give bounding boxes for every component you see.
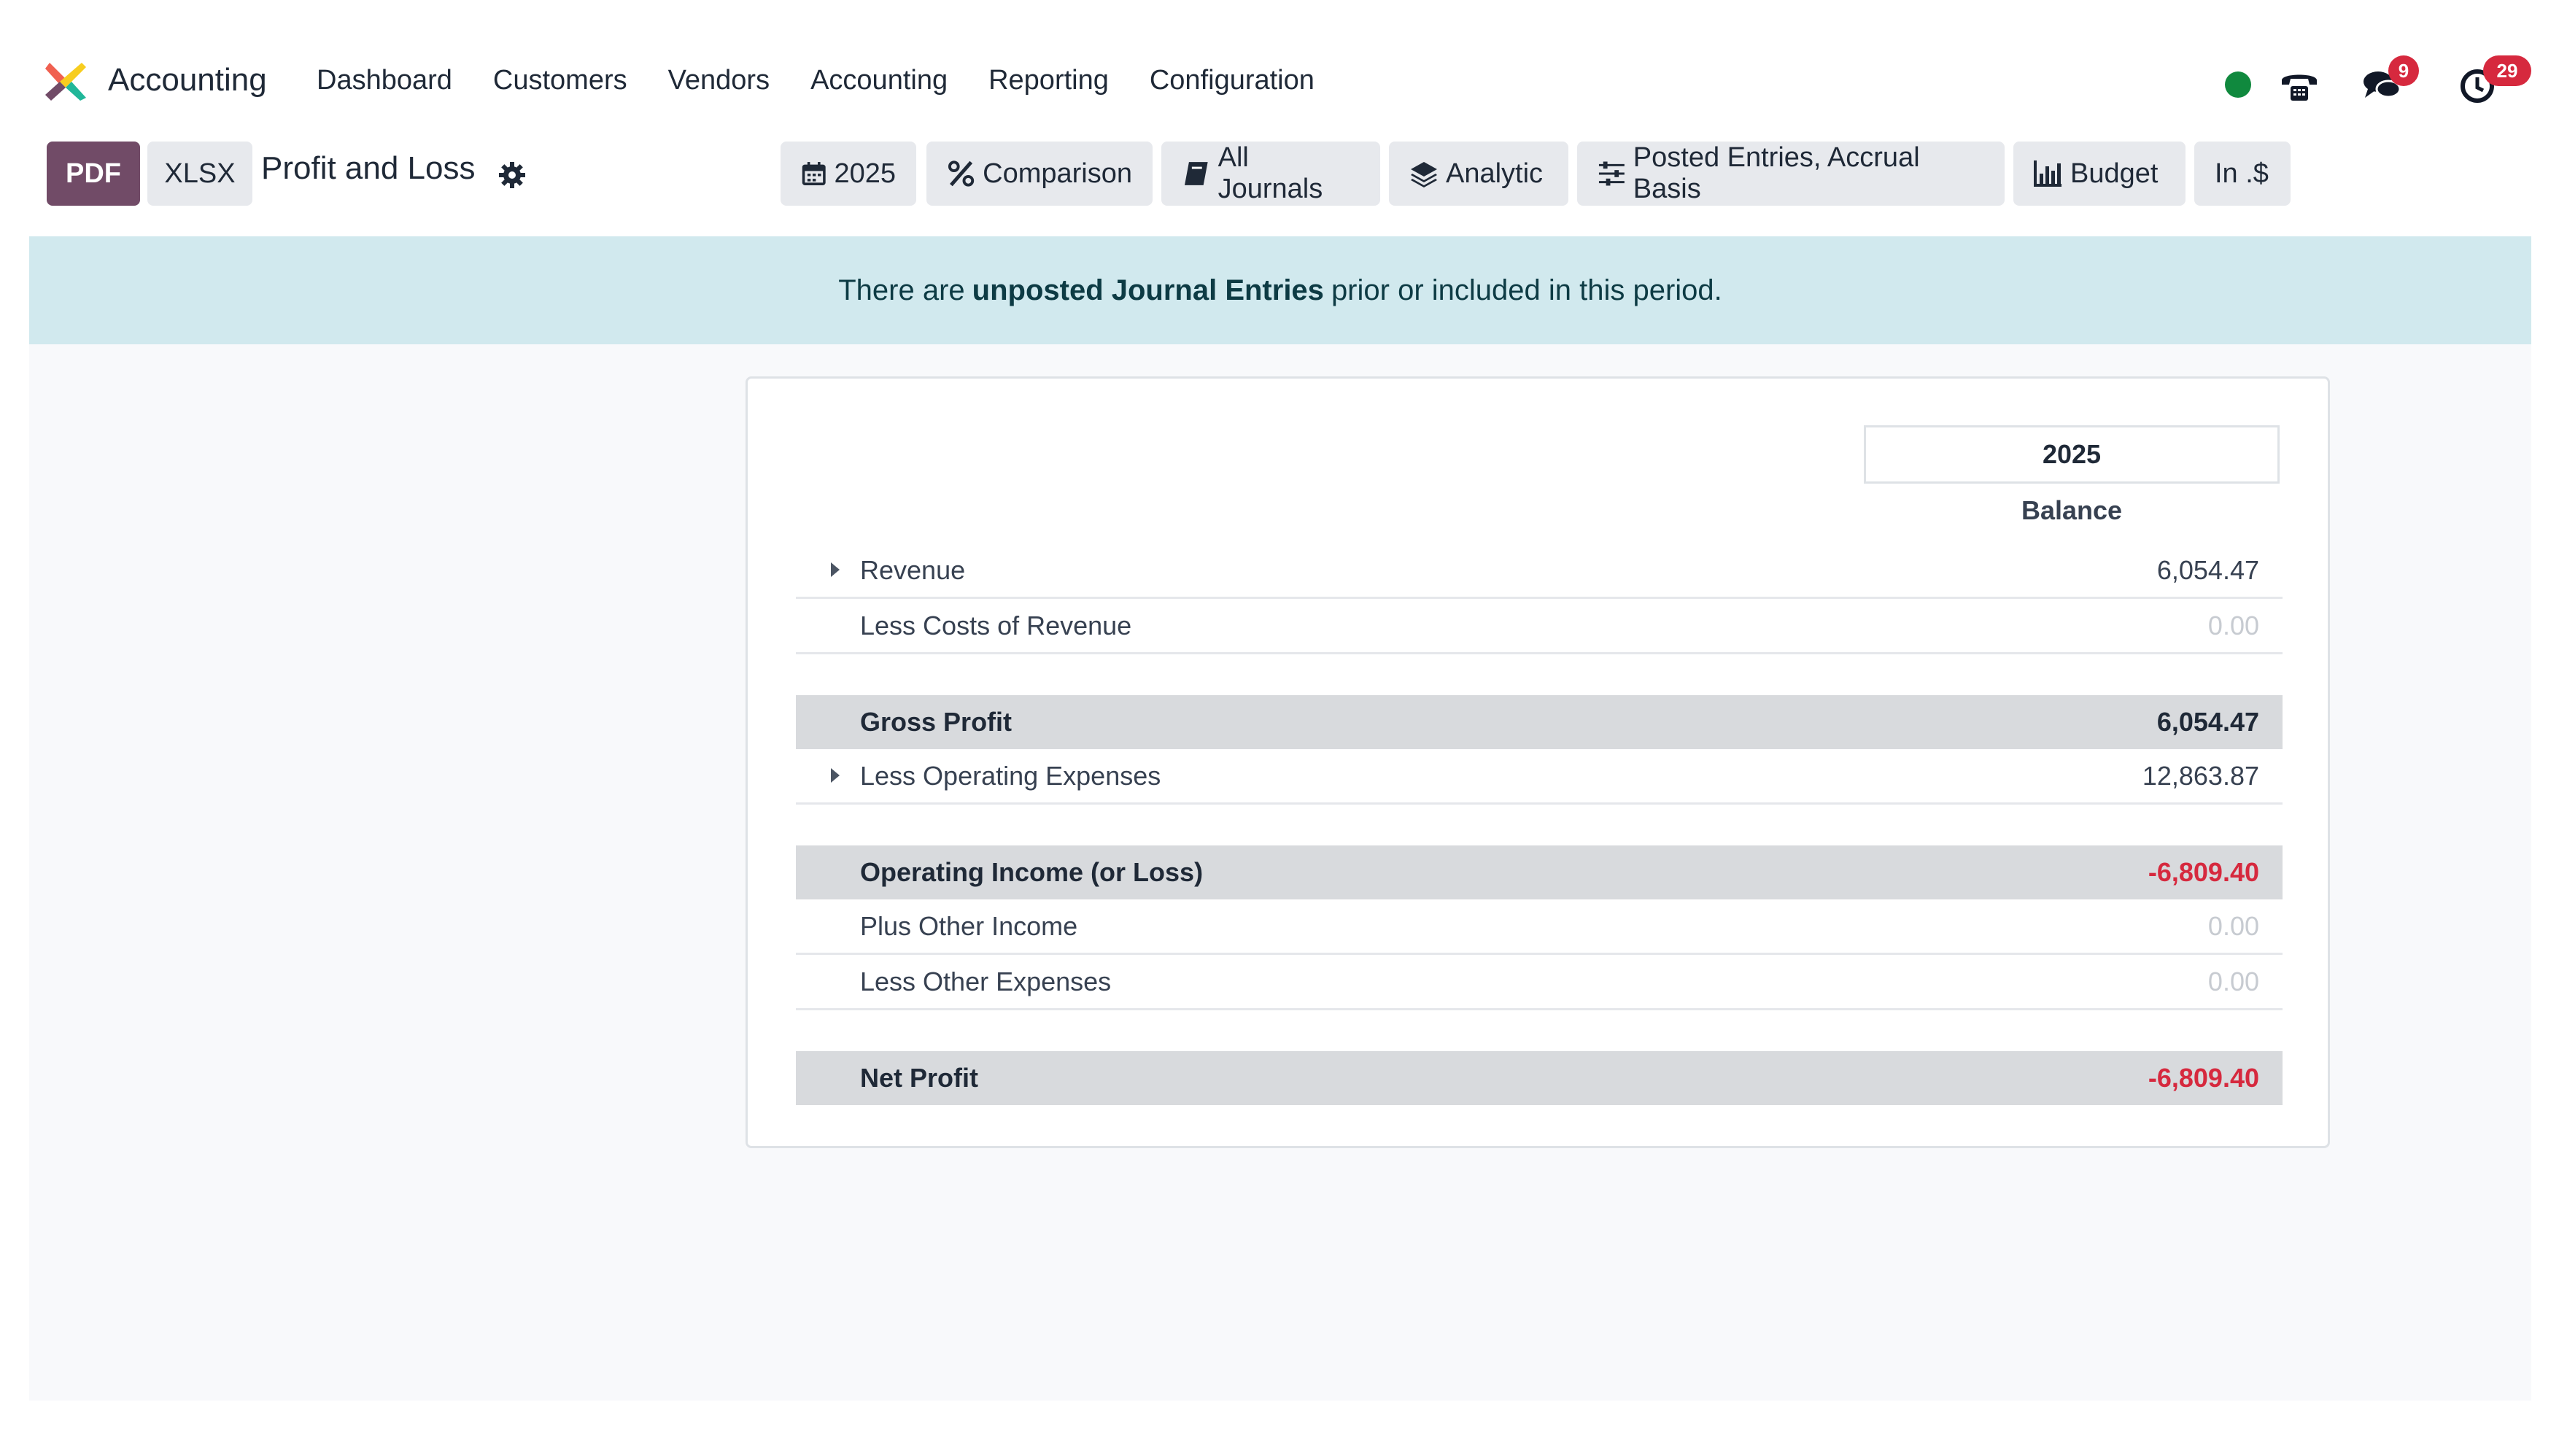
report-line-costs-of-revenue: Less Costs of Revenue 0.00 [796,599,2283,654]
column-subheader-balance: Balance [2021,495,2123,525]
activity-count-badge: 29 [2483,55,2531,86]
budget-filter-label: Budget [2070,158,2159,189]
caret-right-icon[interactable] [831,562,840,577]
calendar-icon [802,162,826,185]
line-value[interactable]: 6,054.47 [2157,555,2259,586]
entries-filter-label: Posted Entries, Accrual Basis [1633,142,1920,204]
line-label: Less Operating Expenses [860,760,1161,791]
report-line-gross-profit: Gross Profit 6,054.47 [796,695,2283,749]
line-value: 6,054.47 [2156,707,2259,737]
control-panel: PDF XLSX Profit and Loss 2025 Comparison… [0,139,2559,212]
line-value: -6,809.40 [2148,1063,2259,1093]
caret-right-icon[interactable] [831,768,840,783]
alert-prefix: There are [838,274,965,306]
unposted-entries-link[interactable]: unposted Journal Entries [972,274,1324,307]
report-content: 2025 Balance Revenue 6,054.47 Less Costs… [29,344,2531,1401]
top-navbar: Accounting Dashboard Customers Vendors A… [0,44,2559,117]
date-filter-button[interactable]: 2025 [781,142,916,206]
menu-reporting[interactable]: Reporting [988,65,1109,96]
menu-dashboard[interactable]: Dashboard [317,65,452,96]
line-label: Gross Profit [860,707,1013,737]
report-line-other-income: Plus Other Income 0.00 [796,899,2283,955]
line-label: Revenue [860,554,966,585]
main-menu: Dashboard Customers Vendors Accounting R… [317,57,1355,104]
menu-configuration[interactable]: Configuration [1150,65,1315,96]
line-value: -6,809.40 [2148,857,2259,887]
app-brand[interactable]: Accounting [44,57,267,104]
line-label: Net Profit [860,1063,978,1093]
budget-filter-button[interactable]: Budget [2013,142,2186,206]
systray: 9 29 [2194,51,2559,109]
xlsx-button[interactable]: XLSX [147,142,252,206]
currency-filter-button[interactable]: In .$ [2194,142,2291,206]
odoo-accounting-logo-icon [45,63,86,101]
book-icon [1184,162,1208,185]
report-line-operating-expenses[interactable]: Less Operating Expenses 12,863.87 [796,749,2283,805]
line-label: Less Other Expenses [860,966,1112,996]
profit-and-loss-report: 2025 Balance Revenue 6,054.47 Less Costs… [746,376,2330,1148]
journals-filter-button[interactable]: All Journals [1161,142,1380,206]
app-name: Accounting [108,62,267,98]
report-lines: Revenue 6,054.47 Less Costs of Revenue 0… [796,543,2283,1105]
currency-filter-label: In .$ [2215,158,2269,189]
analytic-filter-button[interactable]: Analytic [1389,142,1568,206]
report-line-revenue[interactable]: Revenue 6,054.47 [796,543,2283,599]
comparison-filter-label: Comparison [983,158,1132,189]
alert-suffix: prior or included in this period. [1331,274,1722,306]
page-title: Profit and Loss [261,150,476,186]
menu-vendors[interactable]: Vendors [668,65,770,96]
entries-filter-button[interactable]: Posted Entries, Accrual Basis [1577,142,2005,206]
line-label: Operating Income (or Loss) [860,857,1204,887]
analytic-filter-label: Analytic [1446,158,1544,189]
sliders-icon [1598,161,1625,186]
date-filter-label: 2025 [834,158,896,189]
line-value: 0.00 [2207,910,2259,941]
unposted-entries-alert: There are unposted Journal Entries prior… [29,236,2531,344]
report-line-operating-income: Operating Income (or Loss) -6,809.40 [796,845,2283,899]
line-value: 0.00 [2207,966,2259,996]
line-value: 0.00 [2207,610,2259,640]
layers-icon [1411,162,1437,187]
pdf-button[interactable]: PDF [47,142,140,206]
chat-count-badge: 9 [2388,55,2419,86]
menu-customers[interactable]: Customers [493,65,627,96]
gear-icon[interactable] [498,160,527,190]
comparison-filter-button[interactable]: Comparison [926,142,1153,206]
line-value[interactable]: 12,863.87 [2142,761,2259,791]
column-header-year[interactable]: 2025 [1864,425,2280,484]
presence-status-icon[interactable] [2225,71,2251,98]
journals-filter-label: All Journals [1217,142,1323,204]
phone-icon[interactable] [2279,64,2320,105]
report-line-other-expenses: Less Other Expenses 0.00 [796,955,2283,1010]
bar-chart-icon [2034,160,2061,187]
percent-icon [948,160,975,187]
line-label: Plus Other Income [860,910,1078,941]
report-line-net-profit: Net Profit -6,809.40 [796,1051,2283,1105]
line-label: Less Costs of Revenue [860,610,1132,640]
menu-accounting[interactable]: Accounting [810,65,948,96]
